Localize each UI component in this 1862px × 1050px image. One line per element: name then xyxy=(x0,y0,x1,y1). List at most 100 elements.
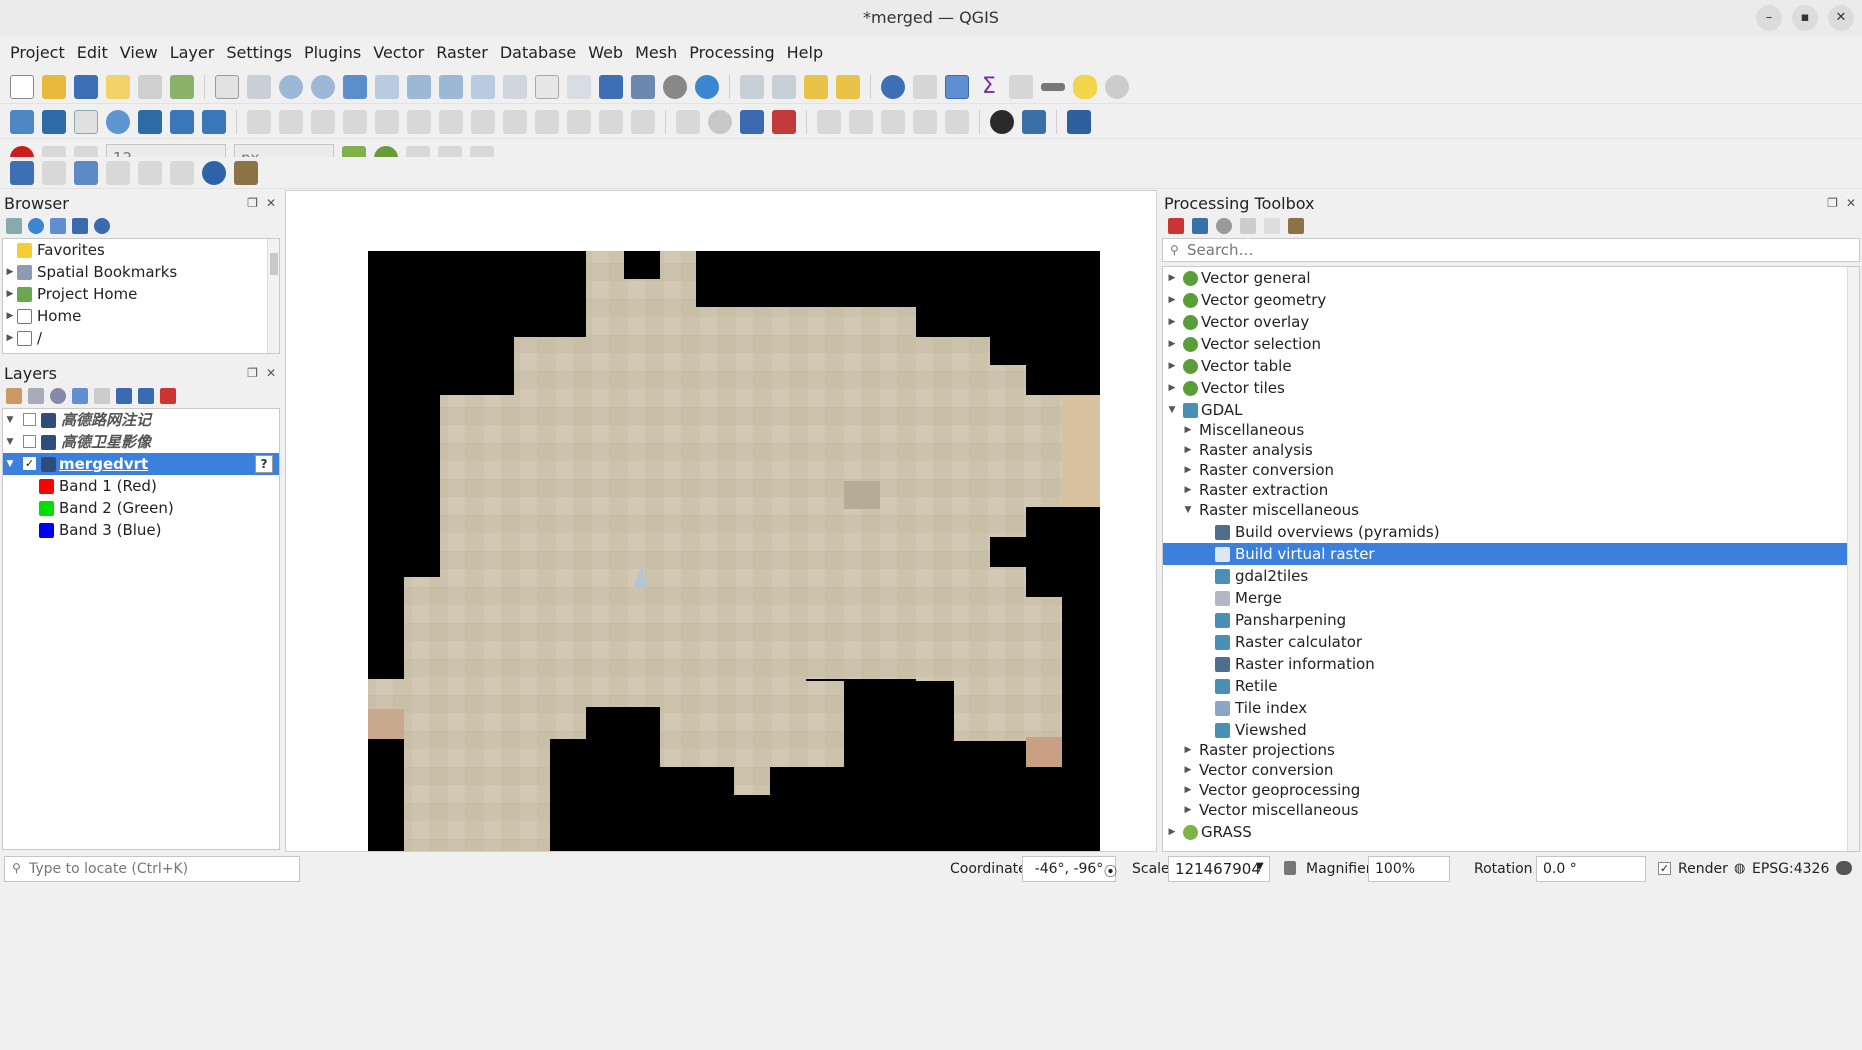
georeferencer-icon[interactable] xyxy=(10,160,34,185)
new-geopackage-layer-icon[interactable] xyxy=(42,109,66,134)
manage-visibility-icon[interactable] xyxy=(50,388,66,404)
zoom-next-icon[interactable] xyxy=(503,74,527,99)
algorithm-gdal2tiles[interactable]: gdal2tiles xyxy=(1163,565,1859,587)
pin-labels-icon[interactable] xyxy=(817,109,841,134)
models-icon[interactable] xyxy=(1168,218,1184,234)
menu-help[interactable]: Help xyxy=(781,43,829,62)
metasearch-globe-icon[interactable] xyxy=(990,109,1014,134)
processing-toolbox-icon[interactable] xyxy=(945,74,969,99)
scale-field[interactable]: 121467904 xyxy=(1168,856,1270,882)
pan-map-icon[interactable] xyxy=(215,74,239,99)
add-selected-layers-icon[interactable] xyxy=(6,218,22,234)
expand-arrow-icon[interactable]: ▶ xyxy=(5,327,15,349)
gdal-group-raster-extraction[interactable]: ▶ Raster extraction xyxy=(1163,480,1859,500)
zoom-out-icon[interactable] xyxy=(311,74,335,99)
temporal-controller-icon[interactable] xyxy=(663,74,687,99)
expand-arrow-icon[interactable]: ▶ xyxy=(1183,780,1193,800)
open-field-calculator-icon[interactable] xyxy=(1009,74,1033,99)
properties-icon[interactable] xyxy=(94,218,110,234)
new-3d-map-view-icon[interactable] xyxy=(567,74,591,99)
close-panel-icon[interactable]: ✕ xyxy=(266,366,276,380)
move-label-icon[interactable] xyxy=(881,109,905,134)
expand-arrow-icon[interactable]: ▶ xyxy=(1167,311,1177,333)
style-manager-icon[interactable] xyxy=(170,74,194,99)
gdal-group-raster-miscellaneous[interactable]: ▼ Raster miscellaneous xyxy=(1163,500,1859,520)
layer-item-gaode-satellite[interactable]: ▼ 高德卫星影像 xyxy=(3,431,279,453)
locator-zoom-icon[interactable] xyxy=(1105,74,1129,99)
add-group-icon[interactable] xyxy=(28,388,44,404)
expand-arrow-icon[interactable]: ▶ xyxy=(1183,440,1193,460)
remove-layer-icon[interactable] xyxy=(160,388,176,404)
undock-icon[interactable]: ❐ xyxy=(247,196,258,210)
filter-legend-icon[interactable] xyxy=(72,388,88,404)
style-layer-icon[interactable] xyxy=(6,388,22,404)
gdal-group-vector-conversion[interactable]: ▶ Vector conversion xyxy=(1163,760,1859,780)
expand-arrow-icon[interactable]: ▶ xyxy=(5,261,15,283)
algorithm-build-overviews[interactable]: Build overviews (pyramids) xyxy=(1163,521,1859,543)
menu-layer[interactable]: Layer xyxy=(164,43,221,62)
info-icon[interactable] xyxy=(202,160,226,185)
new-shapefile-layer-icon[interactable] xyxy=(74,109,98,134)
expand-arrow-icon[interactable]: ▶ xyxy=(1183,740,1193,760)
current-edits-icon[interactable] xyxy=(247,109,271,134)
browser-item-favorites[interactable]: Favorites xyxy=(3,239,279,261)
layer-item-mergedvrt[interactable]: ▼ ✓ mergedvrt ? xyxy=(3,453,279,475)
minimize-button[interactable]: – xyxy=(1756,5,1782,31)
browser-item-home[interactable]: ▶ Home xyxy=(3,305,279,327)
collapse-all-icon[interactable] xyxy=(138,388,154,404)
expand-arrow-icon[interactable]: ▶ xyxy=(1167,289,1177,311)
algorithm-viewshed[interactable]: Viewshed xyxy=(1163,719,1859,741)
processing-options-icon[interactable] xyxy=(1288,218,1304,234)
layout-manager-icon[interactable] xyxy=(138,74,162,99)
identify-features-icon[interactable] xyxy=(881,74,905,99)
rotation-field[interactable]: 0.0 ° xyxy=(1536,856,1646,882)
gdal-group-vector-miscellaneous[interactable]: ▶ Vector miscellaneous xyxy=(1163,800,1859,820)
layer-visibility-checkbox[interactable]: ✓ xyxy=(23,457,36,470)
attribute-table-icon[interactable] xyxy=(913,74,937,99)
highlight-pinned-labels-icon[interactable] xyxy=(849,109,873,134)
gdal-group-raster-projections[interactable]: ▶ Raster projections xyxy=(1163,740,1859,760)
expand-arrow-icon[interactable]: ▼ xyxy=(5,431,15,453)
chevron-down-icon[interactable]: ▼ xyxy=(1256,861,1264,872)
expand-arrow-icon[interactable]: ▼ xyxy=(5,453,15,475)
close-panel-icon[interactable]: ✕ xyxy=(1846,196,1856,210)
change-label-icon[interactable] xyxy=(945,109,969,134)
digitize-line-icon[interactable] xyxy=(343,109,367,134)
expand-arrow-icon[interactable]: ▶ xyxy=(5,283,15,305)
group-vector-overlay[interactable]: ▶ Vector overlay xyxy=(1163,311,1859,333)
expand-arrow-icon[interactable]: ▶ xyxy=(1183,420,1193,440)
layer-visibility-checkbox[interactable] xyxy=(23,413,36,426)
group-vector-tiles[interactable]: ▶ Vector tiles xyxy=(1163,377,1859,399)
layer-visibility-checkbox[interactable] xyxy=(23,435,36,448)
collapse-all-icon[interactable] xyxy=(72,218,88,234)
offset-icon[interactable] xyxy=(170,160,194,185)
algorithm-pansharpening[interactable]: Pansharpening xyxy=(1163,609,1859,631)
new-bookmark-icon[interactable] xyxy=(599,74,623,99)
provider-grass[interactable]: ▶ GRASS xyxy=(1163,821,1859,843)
menu-web[interactable]: Web xyxy=(582,43,629,62)
add-raster-layer-icon[interactable] xyxy=(170,109,194,134)
label-toolbar-icon[interactable] xyxy=(676,109,700,134)
render-checkbox[interactable]: ✓ xyxy=(1658,862,1671,875)
zoom-last-icon[interactable] xyxy=(471,74,495,99)
menu-view[interactable]: View xyxy=(114,43,164,62)
browser-item-root[interactable]: ▶ / xyxy=(3,327,279,349)
gdal-group-raster-conversion[interactable]: ▶ Raster conversion xyxy=(1163,460,1859,480)
browser-scrollbar[interactable] xyxy=(267,239,279,353)
lock-scale-icon[interactable] xyxy=(1284,861,1296,875)
undock-icon[interactable]: ❐ xyxy=(247,366,258,380)
select-by-expression-icon[interactable] xyxy=(836,74,860,99)
browser-item-spatial-bookmarks[interactable]: ▶ Spatial Bookmarks xyxy=(3,261,279,283)
shape-digitizing-icon[interactable] xyxy=(106,160,130,185)
menu-processing[interactable]: Processing xyxy=(683,43,780,62)
toolbox-search-input[interactable]: Search… xyxy=(1162,238,1860,262)
undock-icon[interactable]: ❐ xyxy=(1827,196,1838,210)
expand-arrow-icon[interactable]: ▶ xyxy=(1167,355,1177,377)
scripts-icon[interactable] xyxy=(1192,218,1208,234)
annotation-icon[interactable] xyxy=(42,160,66,185)
options-wrench-icon[interactable] xyxy=(234,160,258,185)
undo-icon[interactable] xyxy=(599,109,623,134)
show-bookmarks-icon[interactable] xyxy=(631,74,655,99)
gdal-group-miscellaneous[interactable]: ▶ Miscellaneous xyxy=(1163,420,1859,440)
results-viewer-icon[interactable] xyxy=(1240,218,1256,234)
